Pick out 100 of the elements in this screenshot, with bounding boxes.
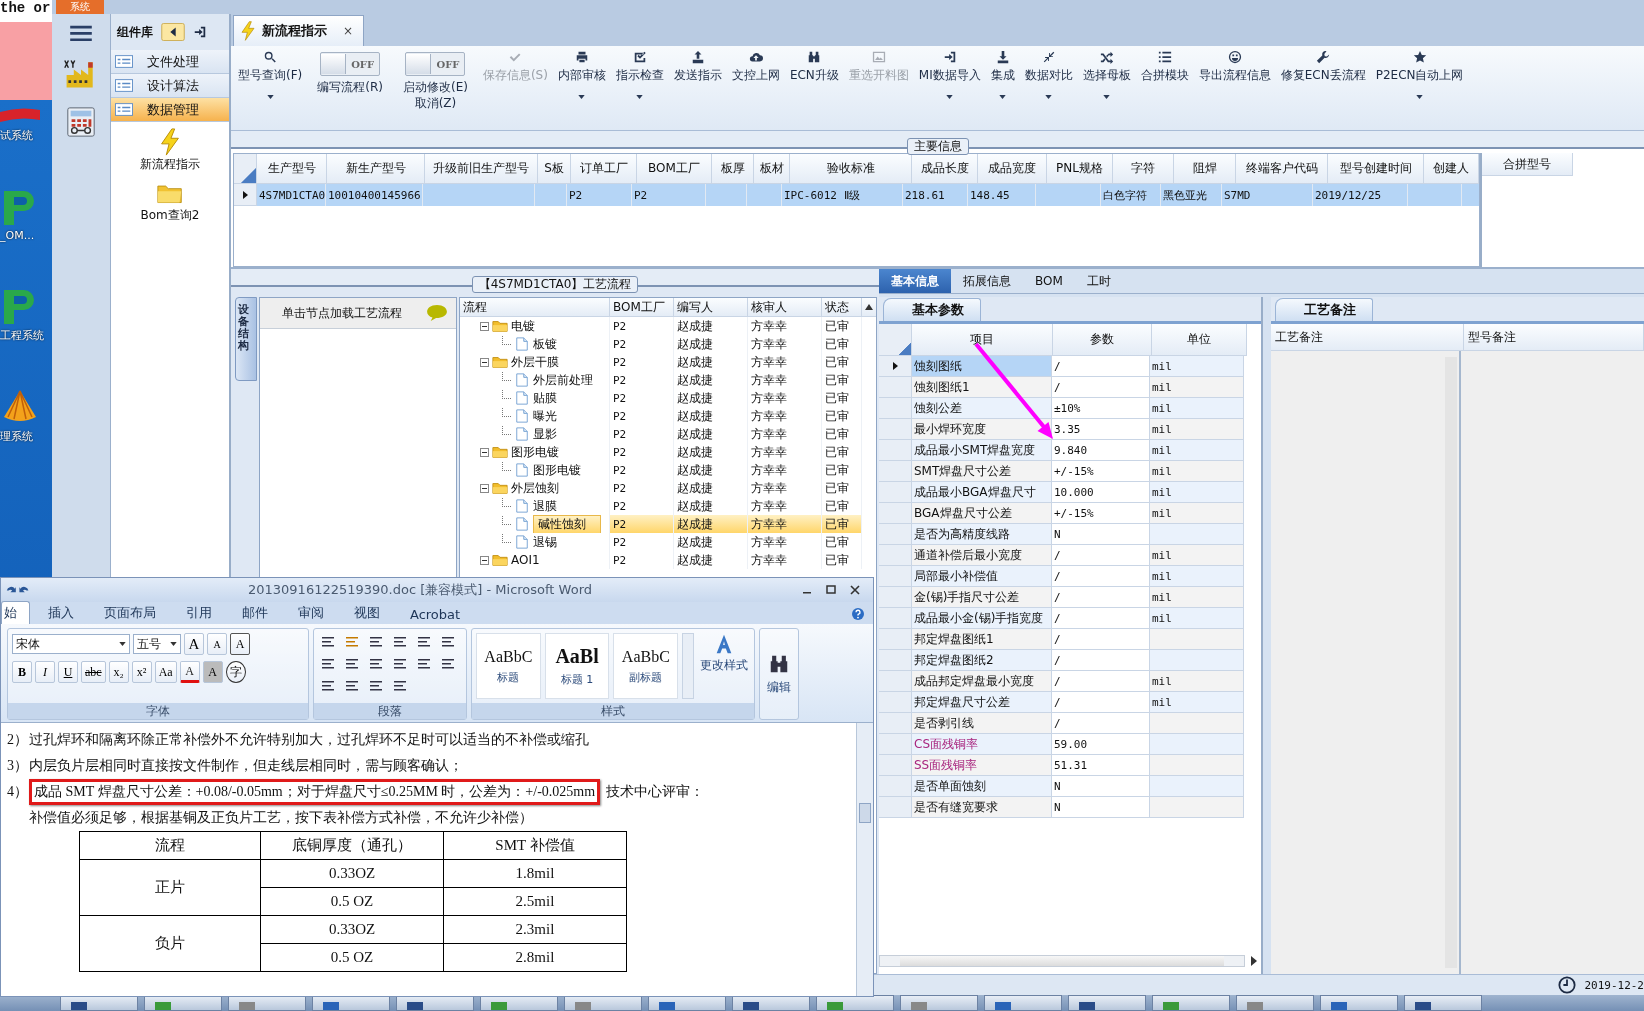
help-icon[interactable] (851, 607, 865, 621)
column-header[interactable]: 状态 (822, 298, 862, 316)
document-tab[interactable]: 新流程指示 × (233, 15, 365, 46)
table-row[interactable]: SS面残铜率 51.31 (879, 755, 1261, 776)
collapse-icon[interactable] (480, 321, 489, 331)
edit-button[interactable]: 编辑 (759, 628, 799, 720)
paragraph-tool-icon[interactable] (368, 679, 384, 693)
column-header[interactable]: 成品长度 (912, 154, 978, 184)
tree-row[interactable]: 板镀 P2 赵成捷 方幸幸 已审 (460, 335, 876, 353)
column-header[interactable]: 型号创建时间 (1328, 154, 1424, 184)
menu-icon[interactable] (70, 24, 92, 42)
paragraph-tool-icon[interactable] (368, 635, 384, 649)
format-button[interactable]: A (207, 633, 227, 655)
toolbar-button[interactable]: MI数据导入 (913, 50, 986, 116)
collapse-icon[interactable] (480, 447, 489, 457)
tab[interactable]: 工艺备注 (1275, 298, 1373, 321)
ribbon-tab[interactable]: 页面布局 (92, 602, 168, 624)
column-header[interactable]: 生产型号 (257, 154, 327, 184)
collapse-icon[interactable] (480, 357, 489, 367)
tool-label[interactable]: 新流程指示 (140, 156, 200, 173)
table-row[interactable]: 是否单面蚀刻 N (879, 776, 1261, 797)
column-header[interactable]: 流程 (460, 298, 610, 316)
tab[interactable]: 基本参数 (883, 298, 981, 321)
font-size-field[interactable]: 五号 (133, 634, 181, 654)
column-header[interactable]: 单位 (1152, 324, 1247, 356)
taskbar-button[interactable] (816, 995, 894, 1011)
tree-row[interactable]: 曝光 P2 赵成捷 方幸幸 已审 (460, 407, 876, 425)
tree-row[interactable]: 外层前处理 P2 赵成捷 方幸幸 已审 (460, 371, 876, 389)
column-header[interactable]: 型号备注 (1464, 324, 1644, 350)
taskbar-button[interactable] (1404, 995, 1482, 1011)
table-row[interactable]: 最小焊环宽度 3.35 mil (879, 419, 1261, 440)
table-row[interactable]: 局部最小补偿值 / mil (879, 566, 1261, 587)
collapse-icon[interactable] (480, 483, 489, 493)
style-preset[interactable]: AaBl 标题 1 (544, 633, 610, 699)
side-tab[interactable]: 设备结构 (235, 297, 257, 381)
ribbon-tab[interactable]: 视图 (342, 602, 392, 624)
tree-row[interactable]: 外层干膜 P2 赵成捷 方幸幸 已审 (460, 353, 876, 371)
paragraph-tool-icon[interactable] (320, 657, 336, 671)
paragraph-tool-icon[interactable] (392, 635, 408, 649)
format-button[interactable]: U (58, 661, 78, 683)
paragraph-tool-icon[interactable] (344, 679, 360, 693)
tree-row[interactable]: 图形电镀 P2 赵成捷 方幸幸 已审 (460, 461, 876, 479)
tree-row[interactable]: 外层蚀刻 P2 赵成捷 方幸幸 已审 (460, 479, 876, 497)
paragraph-tool-icon[interactable] (392, 657, 408, 671)
table-row[interactable]: 4S7MD1CTA0 10010400145966 P2 P2 IPC-6012 Ⅱ级 218.61 148.45 白色字符 黑色亚光 S7MD 2019/12/25 (234, 184, 1479, 206)
change-styles-button[interactable]: 更改样式 (698, 633, 750, 699)
font-name-field[interactable]: 宋体 (12, 634, 130, 654)
toolbar-button[interactable]: 数据对比 (1019, 50, 1078, 116)
paragraph-tool-icon[interactable] (440, 635, 456, 649)
table-row[interactable]: 蚀刻公差 ±10% mil (879, 398, 1261, 419)
paragraph-tool-icon[interactable] (344, 657, 360, 671)
column-header[interactable]: PNL规格 (1047, 154, 1113, 184)
sign-in-icon[interactable] (193, 25, 207, 39)
scroll-up-icon[interactable] (864, 303, 874, 311)
ribbon-tab[interactable]: 邮件 (230, 602, 280, 624)
column-header[interactable]: 终端客户代码 (1236, 154, 1328, 184)
column-header[interactable]: S板 (538, 154, 571, 184)
toggle-switch[interactable]: OFF (405, 52, 466, 76)
tab[interactable]: 基本信息 (879, 269, 951, 293)
column-header[interactable]: 创建人 (1424, 154, 1479, 184)
toolbar-button[interactable]: 内部审核 (552, 50, 611, 116)
table-row[interactable]: 成品最小BGA焊盘尺寸 10.000 mil (879, 482, 1261, 503)
column-header[interactable]: 新生产型号 (327, 154, 425, 184)
column-header[interactable]: 验收标准 (790, 154, 912, 184)
column-header[interactable]: 升级前旧生产型号 (425, 154, 538, 184)
table-row[interactable]: 成品最小SMT焊盘宽度 9.840 mil (879, 440, 1261, 461)
vertical-scrollbar[interactable] (856, 723, 873, 996)
column-header[interactable]: 板厚 (712, 154, 754, 184)
desktop-icon-label[interactable]: 工程系统 (0, 328, 44, 343)
tab[interactable]: BOM (1023, 269, 1075, 293)
column-header[interactable]: 核审人 (748, 298, 822, 316)
tree-row[interactable]: AOI1 P2 赵成捷 方幸幸 已审 (460, 551, 876, 569)
tree-row[interactable]: 电镀 P2 赵成捷 方幸幸 已审 (460, 317, 876, 335)
tab[interactable]: 工时 (1074, 269, 1123, 293)
toolbar-button[interactable]: ECN升级 (784, 50, 844, 116)
paragraph-tool-icon[interactable] (320, 679, 336, 693)
column-header[interactable]: 编写人 (674, 298, 748, 316)
table-row[interactable]: 邦定焊盘尺寸公差 / mil (879, 692, 1261, 713)
library-item[interactable]: 数据管理 (111, 98, 229, 122)
column-header[interactable]: 订单工厂 (571, 154, 637, 184)
toolbar-button[interactable]: 选择母板 (1077, 50, 1136, 116)
tool-label[interactable]: Bom查询2 (140, 207, 200, 224)
paragraph-tool-icon[interactable] (440, 657, 456, 671)
format-button[interactable]: 字 (225, 661, 246, 683)
table-row[interactable]: 邦定焊盘图纸2 / (879, 650, 1261, 671)
table-row[interactable]: CS面残铜率 59.00 (879, 734, 1261, 755)
paragraph-tool-icon[interactable] (368, 657, 384, 671)
taskbar-button[interactable] (1320, 995, 1398, 1011)
format-button[interactable]: I (35, 661, 55, 683)
paragraph-tool-icon[interactable] (392, 679, 408, 693)
table-row[interactable]: BGA焊盘尺寸公差 +/-15% mil (879, 503, 1261, 524)
style-preset[interactable]: AaBbC 标题 (476, 633, 541, 699)
column-header[interactable]: 板材 (754, 154, 790, 184)
toolbar-button[interactable]: 导出流程信息 (1193, 50, 1276, 116)
format-button[interactable]: B (12, 661, 32, 683)
paragraph-tool-icon[interactable] (416, 635, 432, 649)
toolbar-button[interactable]: 修复ECN丢流程 (1275, 50, 1371, 116)
tree-row[interactable]: 图形电镀 P2 赵成捷 方幸幸 已审 (460, 443, 876, 461)
format-button[interactable]: x₂ (108, 661, 129, 683)
column-header[interactable]: BOM工厂 (610, 298, 674, 316)
